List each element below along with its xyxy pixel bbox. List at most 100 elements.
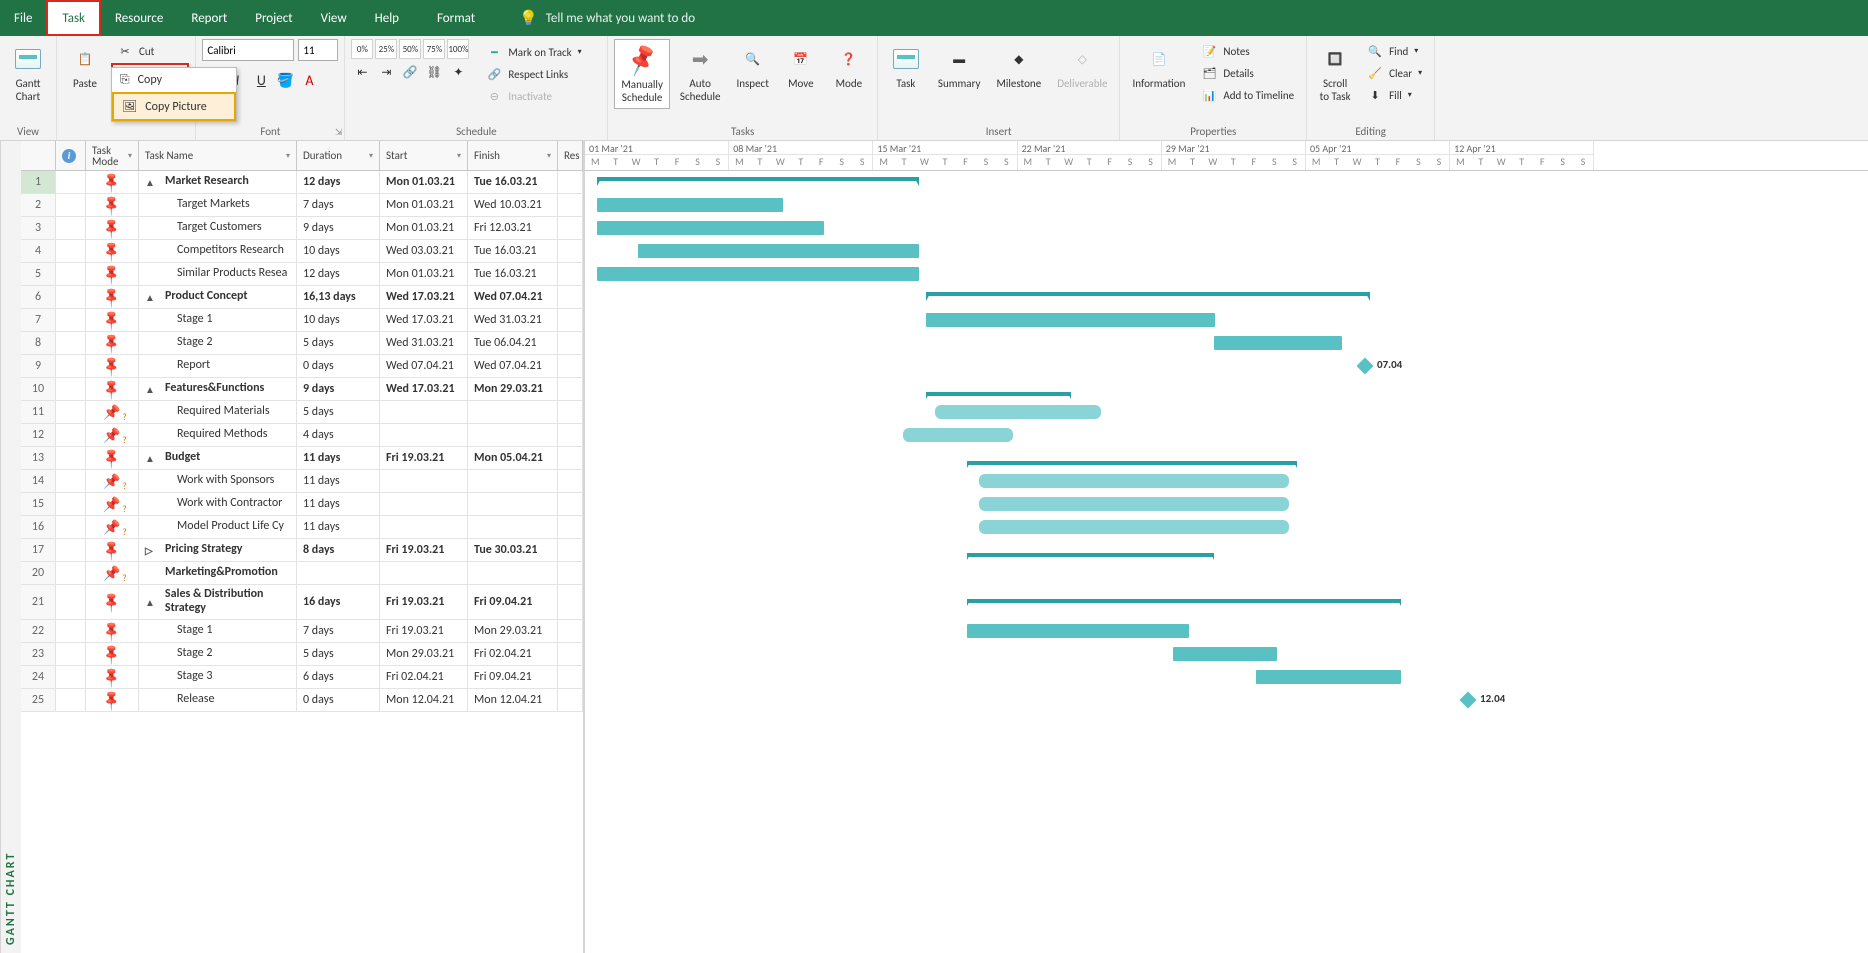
cell-mode[interactable]: 📌 — [86, 620, 139, 642]
cell-mode[interactable]: 📌 — [86, 194, 139, 216]
cell-info[interactable] — [56, 194, 86, 216]
cell-mode[interactable]: 📌 — [86, 447, 139, 469]
cell-duration[interactable]: 10 days — [297, 240, 380, 262]
copy-picture-button[interactable]: 🖼 Copy Picture — [112, 92, 236, 121]
table-row[interactable]: 25 📌 Release 0 days Mon 12.04.21 Mon 12.… — [21, 689, 583, 712]
gantt-row[interactable] — [585, 585, 1868, 620]
cell-task-name[interactable]: Work with Sponsors — [139, 470, 297, 492]
cell-duration[interactable]: 12 days — [297, 171, 380, 193]
add-to-timeline-button[interactable]: 📊 Add to Timeline — [1195, 85, 1300, 105]
cell-task-name[interactable]: Work with Contractor — [139, 493, 297, 515]
cell-resources[interactable] — [558, 539, 583, 561]
menu-help[interactable]: Help — [361, 0, 413, 36]
cell-finish[interactable]: Tue 16.03.21 — [468, 171, 558, 193]
gantt-row[interactable]: 12.04 — [585, 689, 1868, 712]
gantt-bar[interactable] — [638, 244, 919, 258]
cell-mode[interactable]: 📌 — [86, 493, 139, 515]
cell-mode[interactable]: 📌 — [86, 240, 139, 262]
cell-start[interactable]: Wed 07.04.21 — [380, 355, 468, 377]
table-row[interactable]: 8 📌 Stage 2 5 days Wed 31.03.21 Tue 06.0… — [21, 332, 583, 355]
milestone-marker[interactable] — [1460, 692, 1477, 709]
menu-resource[interactable]: Resource — [101, 0, 177, 36]
information-button[interactable]: 📄 Information — [1126, 39, 1191, 94]
cell-mode[interactable]: 📌 — [86, 666, 139, 688]
cell-duration[interactable]: 12 days — [297, 263, 380, 285]
font-color-button[interactable]: A — [298, 69, 320, 91]
row-number[interactable]: 4 — [21, 240, 56, 262]
cell-resources[interactable] — [558, 171, 583, 193]
tell-me-search[interactable]: 💡 Tell me what you want to do — [519, 0, 695, 36]
cell-start[interactable] — [380, 562, 468, 584]
cell-finish[interactable] — [468, 562, 558, 584]
cell-task-name[interactable]: Target Customers — [139, 217, 297, 239]
font-size-select[interactable] — [298, 39, 338, 61]
cell-mode[interactable]: 📌 — [86, 309, 139, 331]
gantt-bar[interactable] — [597, 221, 824, 235]
cell-resources[interactable] — [558, 516, 583, 538]
cell-mode[interactable]: 📌 — [86, 401, 139, 423]
cell-finish[interactable]: Mon 29.03.21 — [468, 378, 558, 400]
outline-toggle[interactable]: ▲ — [145, 596, 155, 609]
cell-task-name[interactable]: Target Markets — [139, 194, 297, 216]
gantt-bar[interactable] — [967, 599, 1401, 603]
gantt-bar[interactable] — [979, 497, 1289, 511]
cell-info[interactable] — [56, 401, 86, 423]
row-number[interactable]: 24 — [21, 666, 56, 688]
cell-start[interactable] — [380, 493, 468, 515]
gantt-row[interactable]: 07.04 — [585, 355, 1868, 378]
cell-resources[interactable] — [558, 332, 583, 354]
cell-start[interactable]: Wed 03.03.21 — [380, 240, 468, 262]
cell-finish[interactable] — [468, 516, 558, 538]
cell-info[interactable] — [56, 355, 86, 377]
gantt-row[interactable] — [585, 171, 1868, 194]
scroll-to-task-button[interactable]: 🔲 Scroll to Task — [1313, 39, 1357, 107]
cell-finish[interactable]: Tue 16.03.21 — [468, 263, 558, 285]
header-row-number[interactable] — [21, 141, 56, 170]
gantt-row[interactable] — [585, 424, 1868, 447]
cell-task-name[interactable]: ▲Budget — [139, 447, 297, 469]
gantt-chart[interactable]: 01 Mar '21MTWTFSS08 Mar '21MTWTFSS15 Mar… — [585, 141, 1868, 953]
cell-finish[interactable]: Wed 10.03.21 — [468, 194, 558, 216]
cut-button[interactable]: ✂ Cut — [111, 41, 189, 61]
cell-task-name[interactable]: Required Materials — [139, 401, 297, 423]
cell-resources[interactable] — [558, 562, 583, 584]
cell-info[interactable] — [56, 643, 86, 665]
cell-finish[interactable]: Fri 02.04.21 — [468, 643, 558, 665]
table-row[interactable]: 16 📌 Model Product Life Cy 11 days — [21, 516, 583, 539]
pct-75-button[interactable]: 75% — [423, 39, 445, 59]
cell-resources[interactable] — [558, 424, 583, 446]
cell-resources[interactable] — [558, 194, 583, 216]
cell-start[interactable] — [380, 424, 468, 446]
outline-toggle[interactable]: ▷ — [145, 544, 155, 557]
cell-task-name[interactable]: Stage 2 — [139, 332, 297, 354]
cell-duration[interactable] — [297, 562, 380, 584]
menu-format[interactable]: Format — [423, 0, 489, 36]
gantt-bar[interactable] — [926, 313, 1215, 327]
outline-toggle[interactable]: ▲ — [145, 383, 155, 396]
cell-mode[interactable]: 📌 — [86, 171, 139, 193]
cell-finish[interactable]: Tue 16.03.21 — [468, 240, 558, 262]
gantt-row[interactable] — [585, 493, 1868, 516]
vertical-tab-gantt[interactable]: GANTT CHART — [0, 141, 21, 953]
cell-duration[interactable]: 9 days — [297, 378, 380, 400]
manually-schedule-button[interactable]: 📌 Manually Schedule — [614, 39, 670, 109]
gantt-row[interactable] — [585, 666, 1868, 689]
row-number[interactable]: 5 — [21, 263, 56, 285]
cell-mode[interactable]: 📌 — [86, 263, 139, 285]
gantt-row[interactable] — [585, 286, 1868, 309]
row-number[interactable]: 11 — [21, 401, 56, 423]
cell-finish[interactable] — [468, 424, 558, 446]
menu-view[interactable]: View — [307, 0, 361, 36]
gantt-bar[interactable] — [979, 474, 1289, 488]
table-row[interactable]: 7 📌 Stage 1 10 days Wed 17.03.21 Wed 31.… — [21, 309, 583, 332]
header-duration[interactable]: Duration▾ — [297, 141, 380, 170]
cell-info[interactable] — [56, 286, 86, 308]
gantt-row[interactable] — [585, 401, 1868, 424]
table-row[interactable]: 1 📌 ▲Market Research 12 days Mon 01.03.2… — [21, 171, 583, 194]
cell-start[interactable] — [380, 401, 468, 423]
respect-links-button[interactable]: 🔗 Respect Links — [480, 64, 587, 84]
cell-task-name[interactable]: ▲Features&Functions — [139, 378, 297, 400]
cell-resources[interactable] — [558, 401, 583, 423]
cell-start[interactable]: Wed 17.03.21 — [380, 378, 468, 400]
cell-mode[interactable]: 📌 — [86, 562, 139, 584]
